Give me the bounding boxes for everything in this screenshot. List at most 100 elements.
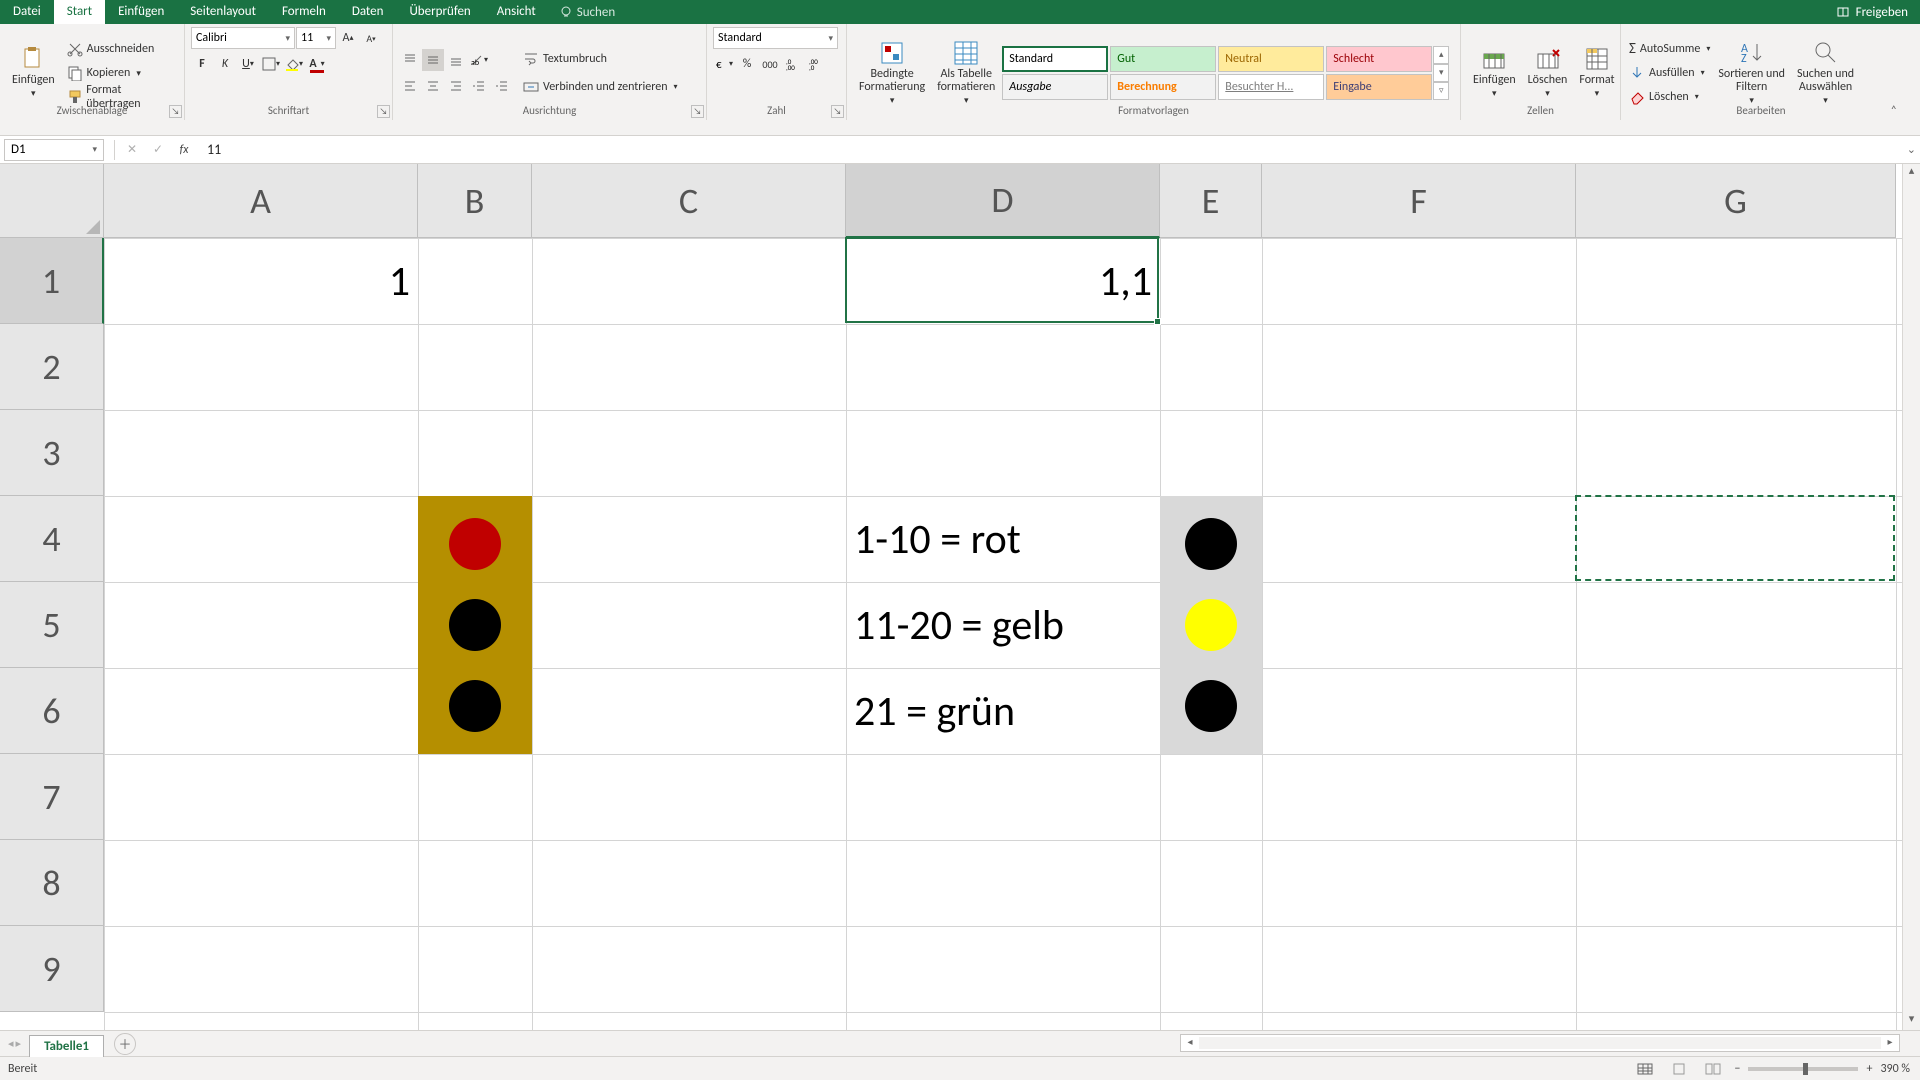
row-header-8[interactable]: 8 — [0, 840, 104, 926]
thousands-format-button[interactable]: 000 — [759, 53, 781, 75]
orientation-button[interactable]: ab▾ — [468, 49, 490, 71]
cell-style-schlecht[interactable]: Schlecht — [1326, 46, 1432, 72]
find-select-button[interactable]: Suchen und Auswählen▾ — [1791, 38, 1860, 109]
align-top-button[interactable] — [399, 49, 421, 71]
zoom-slider[interactable] — [1748, 1067, 1858, 1071]
cell-style-besuchter[interactable]: Besuchter H... — [1218, 74, 1324, 100]
font-size-select[interactable]: 11 — [296, 27, 336, 49]
tab-seitenlayout[interactable]: Seitenlayout — [177, 0, 269, 24]
cell-style-standard[interactable]: Standard — [1002, 46, 1108, 72]
vertical-scrollbar[interactable]: ▴▾ — [1902, 164, 1920, 1030]
row-header-7[interactable]: 7 — [0, 754, 104, 840]
row-header-3[interactable]: 3 — [0, 410, 104, 496]
view-normal-button[interactable] — [1632, 1060, 1658, 1078]
cell-style-ausgabe[interactable]: Ausgabe — [1002, 74, 1108, 100]
decrease-indent-button[interactable] — [468, 75, 490, 97]
cancel-formula-button[interactable]: ✕ — [123, 141, 141, 159]
align-bottom-button[interactable] — [445, 49, 467, 71]
increase-indent-button[interactable] — [491, 75, 513, 97]
paste-button[interactable]: Einfügen▾ — [6, 44, 61, 102]
style-gallery-scroll[interactable]: ▴▾▿ — [1433, 46, 1449, 100]
increase-font-button[interactable]: A▴ — [337, 27, 359, 49]
row-header-2[interactable]: 2 — [0, 324, 104, 410]
conditional-formatting-button[interactable]: Bedingte Formatierung▾ — [853, 38, 931, 109]
delete-cells-button[interactable]: Löschen▾ — [1522, 44, 1574, 102]
cell-style-berechnung[interactable]: Berechnung — [1110, 74, 1216, 100]
enter-formula-button[interactable]: ✓ — [149, 141, 167, 159]
column-header-G[interactable]: G — [1576, 164, 1896, 238]
percent-format-button[interactable]: % — [736, 53, 758, 75]
fill-color-button[interactable]: ▾ — [283, 53, 305, 75]
column-header-A[interactable]: A — [104, 164, 418, 238]
align-left-button[interactable] — [399, 75, 421, 97]
format-as-table-button[interactable]: Als Tabelle formatieren▾ — [931, 38, 1001, 109]
wrap-text-button[interactable]: Textumbruch — [521, 47, 680, 71]
merge-center-button[interactable]: Verbinden und zentrieren▾ — [521, 75, 680, 99]
number-dialog-launcher[interactable]: ↘ — [831, 105, 844, 118]
tell-me-search[interactable]: Suchen — [549, 5, 625, 20]
name-box[interactable]: D1 — [4, 139, 104, 161]
autosum-button[interactable]: ΣAutoSumme▾ — [1627, 37, 1712, 61]
row-header-6[interactable]: 6 — [0, 668, 104, 754]
font-color-button[interactable]: A▾ — [306, 53, 328, 75]
fill-handle[interactable] — [1154, 318, 1161, 325]
tab-formeln[interactable]: Formeln — [269, 0, 339, 24]
cell-D5[interactable]: 11-20 = gelb — [854, 582, 1152, 668]
spreadsheet-grid[interactable]: ABCDEFG 123456789 11,11-10 = rot11-20 = … — [0, 164, 1920, 1030]
align-center-button[interactable] — [422, 75, 444, 97]
underline-button[interactable]: U▾ — [237, 53, 259, 75]
align-middle-button[interactable] — [422, 49, 444, 71]
cell-style-neutral[interactable]: Neutral — [1218, 46, 1324, 72]
fill-button[interactable]: Ausfüllen▾ — [1627, 61, 1712, 85]
add-sheet-button[interactable]: ＋ — [114, 1033, 136, 1055]
column-header-C[interactable]: C — [532, 164, 846, 238]
row-header-1[interactable]: 1 — [0, 238, 104, 324]
alignment-dialog-launcher[interactable]: ↘ — [691, 105, 704, 118]
tab-datei[interactable]: Datei — [0, 0, 54, 24]
italic-button[interactable]: K — [214, 53, 236, 75]
column-header-E[interactable]: E — [1160, 164, 1262, 238]
font-dialog-launcher[interactable]: ↘ — [377, 105, 390, 118]
bold-button[interactable]: F — [191, 53, 213, 75]
insert-cells-button[interactable]: Einfügen▾ — [1467, 44, 1522, 102]
cell-D4[interactable]: 1-10 = rot — [854, 496, 1152, 582]
zoom-out-button[interactable]: − — [1734, 1062, 1740, 1076]
tab-ueberpruefen[interactable]: Überprüfen — [396, 0, 483, 24]
cut-button[interactable]: Ausschneiden — [65, 37, 178, 61]
sheet-tab-1[interactable]: Tabelle1 — [29, 1035, 104, 1057]
row-header-4[interactable]: 4 — [0, 496, 104, 582]
view-page-break-button[interactable] — [1700, 1060, 1726, 1078]
borders-button[interactable]: ▾ — [260, 53, 282, 75]
increase-decimal-button[interactable]: ,0,00 — [782, 53, 804, 75]
tab-start[interactable]: Start — [54, 0, 105, 24]
collapse-ribbon-button[interactable]: ˄ — [1891, 104, 1897, 118]
zoom-level[interactable]: 390 % — [1880, 1062, 1910, 1076]
view-page-layout-button[interactable] — [1666, 1060, 1692, 1078]
row-header-9[interactable]: 9 — [0, 926, 104, 1012]
accounting-format-button[interactable]: €▾ — [713, 53, 735, 75]
format-cells-button[interactable]: Format▾ — [1573, 44, 1620, 102]
number-format-select[interactable]: Standard — [713, 27, 838, 49]
tab-ansicht[interactable]: Ansicht — [484, 0, 549, 24]
sort-filter-button[interactable]: AZSortieren und Filtern▾ — [1712, 38, 1791, 109]
formula-input[interactable]: 11 — [201, 141, 221, 158]
cell-A1[interactable]: 1 — [112, 238, 410, 324]
font-name-select[interactable]: Calibri — [191, 27, 295, 49]
share-button[interactable]: Freigeben — [1856, 5, 1908, 20]
tab-einfuegen[interactable]: Einfügen — [105, 0, 177, 24]
cell-D6[interactable]: 21 = grün — [854, 668, 1152, 754]
column-header-F[interactable]: F — [1262, 164, 1576, 238]
sheet-nav-buttons[interactable]: ◂▸ — [0, 1037, 29, 1050]
cell-style-eingabe[interactable]: Eingabe — [1326, 74, 1432, 100]
row-header-5[interactable]: 5 — [0, 582, 104, 668]
decrease-font-button[interactable]: A▾ — [360, 27, 382, 49]
column-header-B[interactable]: B — [418, 164, 532, 238]
tab-daten[interactable]: Daten — [339, 0, 397, 24]
column-header-D[interactable]: D — [846, 164, 1160, 238]
decrease-decimal-button[interactable]: ,00,0 — [805, 53, 827, 75]
insert-function-button[interactable]: fx — [175, 141, 193, 159]
cell-style-gut[interactable]: Gut — [1110, 46, 1216, 72]
expand-formula-bar-button[interactable]: ⌄ — [1907, 143, 1916, 156]
zoom-in-button[interactable]: + — [1866, 1062, 1872, 1076]
horizontal-scrollbar[interactable]: ◂▸ — [1180, 1034, 1900, 1052]
